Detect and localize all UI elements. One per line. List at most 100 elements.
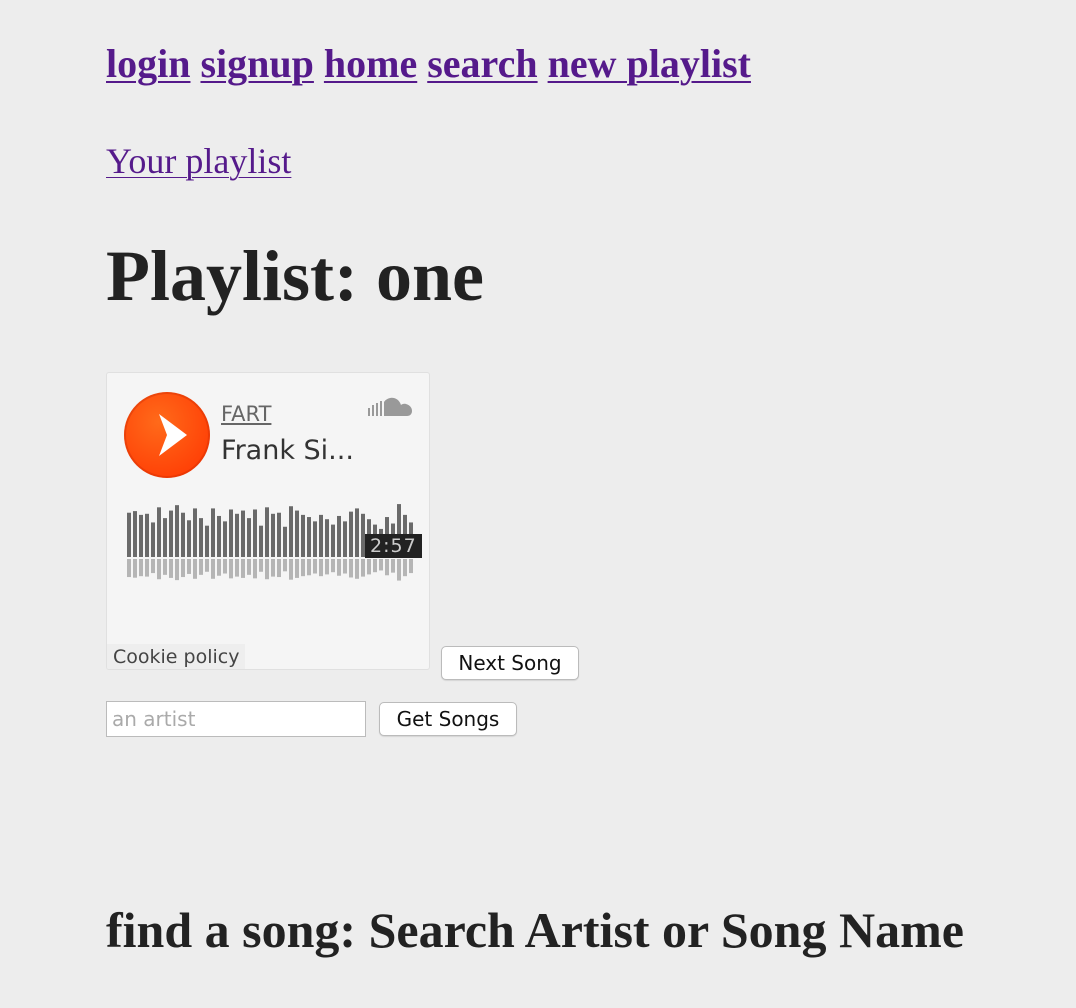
waveform-bar (217, 515, 221, 557)
waveform-reflection-bar (385, 559, 389, 576)
waveform-bar (349, 511, 353, 557)
waveform-reflection-bar (145, 559, 149, 577)
waveform-reflection-bar (355, 559, 359, 579)
waveform-reflection-bar (181, 559, 185, 578)
play-button[interactable] (124, 392, 210, 478)
find-song-heading: find a song: Search Artist or Song Name (106, 902, 964, 958)
waveform-bar (157, 507, 161, 557)
waveform-bar (307, 517, 311, 557)
waveform-reflection-bar (397, 559, 401, 581)
waveform-bar (331, 524, 335, 557)
waveform-reflection-bar (247, 559, 251, 575)
nav-new-playlist-link[interactable]: new playlist (548, 41, 751, 86)
waveform-bar (247, 518, 251, 557)
waveform-bar (295, 510, 299, 557)
waveform-bar (223, 521, 227, 557)
artist-search-input[interactable] (106, 701, 366, 737)
waveform-bar (181, 512, 185, 557)
waveform-bar (301, 514, 305, 557)
waveform-reflection-bar (151, 559, 155, 574)
waveform-reflection-bar (175, 559, 179, 581)
waveform-bar (259, 525, 263, 557)
waveform-bar (253, 509, 257, 557)
waveform-bar (205, 525, 209, 557)
waveform-reflection-bar (133, 559, 137, 578)
track-artist-link[interactable]: FART (221, 402, 271, 426)
waveform-reflection-bar (271, 559, 275, 577)
waveform-reflection-bar (343, 559, 347, 574)
waveform-reflection-bar (199, 559, 203, 575)
nav-home-link[interactable]: home (324, 41, 417, 86)
waveform-reflection-bar (211, 559, 215, 579)
waveform-reflection-bar (325, 559, 329, 575)
waveform-reflection-bar (139, 559, 143, 577)
waveform-bar (163, 518, 167, 557)
waveform-reflection-bar (265, 559, 269, 580)
waveform-bar (343, 521, 347, 557)
waveform-bar (127, 512, 131, 557)
waveform-reflection-bar (289, 559, 293, 580)
waveform-reflection-bar (307, 559, 311, 576)
waveform-reflection-bar (391, 559, 395, 573)
waveform-bar (235, 513, 239, 557)
waveform-bar (211, 508, 215, 557)
waveform-bar (283, 526, 287, 557)
nav-search-link[interactable]: search (427, 41, 537, 86)
waveform-bar (313, 521, 317, 557)
top-nav: login signup home search new playlist (106, 40, 751, 87)
waveform-reflection-bar (163, 559, 167, 575)
waveform-reflection-bar (313, 559, 317, 574)
waveform-bar (193, 508, 197, 557)
page-title: Playlist: one (106, 236, 484, 316)
waveform-reflection-bar (193, 559, 197, 579)
soundcloud-player: FART Frank Si... 2:57 Cookie policy (106, 372, 430, 670)
waveform-reflection-bar (379, 559, 383, 571)
waveform-bar (145, 513, 149, 557)
waveform-reflection-bar (259, 559, 263, 572)
waveform-bar (139, 514, 143, 557)
waveform-bar (289, 506, 293, 557)
next-song-button[interactable]: Next Song (441, 646, 579, 680)
cookie-policy-link[interactable]: Cookie policy (107, 644, 246, 669)
waveform-reflection-bar (229, 559, 233, 579)
waveform-bar (199, 518, 203, 557)
play-icon (159, 414, 187, 456)
waveform-bar (325, 519, 329, 557)
waveform-reflection-bar (157, 559, 161, 580)
waveform-reflection-bar (127, 559, 131, 578)
your-playlist-section: Your playlist (106, 140, 291, 182)
waveform-bar (265, 507, 269, 557)
waveform-bar (355, 508, 359, 557)
waveform-reflection-bar (409, 559, 413, 574)
waveform-reflection-bar (331, 559, 335, 573)
waveform-bar (151, 522, 155, 557)
waveform-reflection-bar (283, 559, 287, 572)
nav-login-link[interactable]: login (106, 41, 190, 86)
waveform-reflection-bar (277, 559, 281, 578)
waveform-reflection-bar (319, 559, 323, 577)
waveform-bar (169, 510, 173, 557)
your-playlist-link[interactable]: Your playlist (106, 141, 291, 181)
track-title[interactable]: Frank Si... (221, 435, 354, 466)
waveform-bar (175, 505, 179, 557)
waveform-reflection-bar (367, 559, 371, 575)
waveform-reflection-bar (337, 559, 341, 576)
waveform-bar (229, 509, 233, 557)
soundcloud-logo-icon[interactable] (367, 397, 413, 419)
waveform-bar (337, 515, 341, 557)
get-songs-button[interactable]: Get Songs (379, 702, 517, 736)
waveform-bar (133, 511, 137, 557)
waveform-bar (271, 513, 275, 557)
nav-signup-link[interactable]: signup (200, 41, 313, 86)
waveform-bar (277, 512, 281, 557)
waveform-reflection-bar (223, 559, 227, 574)
waveform-reflection-bar (295, 559, 299, 578)
waveform-reflection-bar (349, 559, 353, 578)
waveform-reflection-bar (241, 559, 245, 578)
waveform-reflection-bar (187, 559, 191, 574)
track-duration: 2:57 (365, 534, 422, 558)
waveform-bar (319, 514, 323, 557)
waveform-reflection-bar (301, 559, 305, 577)
waveform-reflection-bar (169, 559, 173, 578)
waveform-reflection-bar (361, 559, 365, 577)
